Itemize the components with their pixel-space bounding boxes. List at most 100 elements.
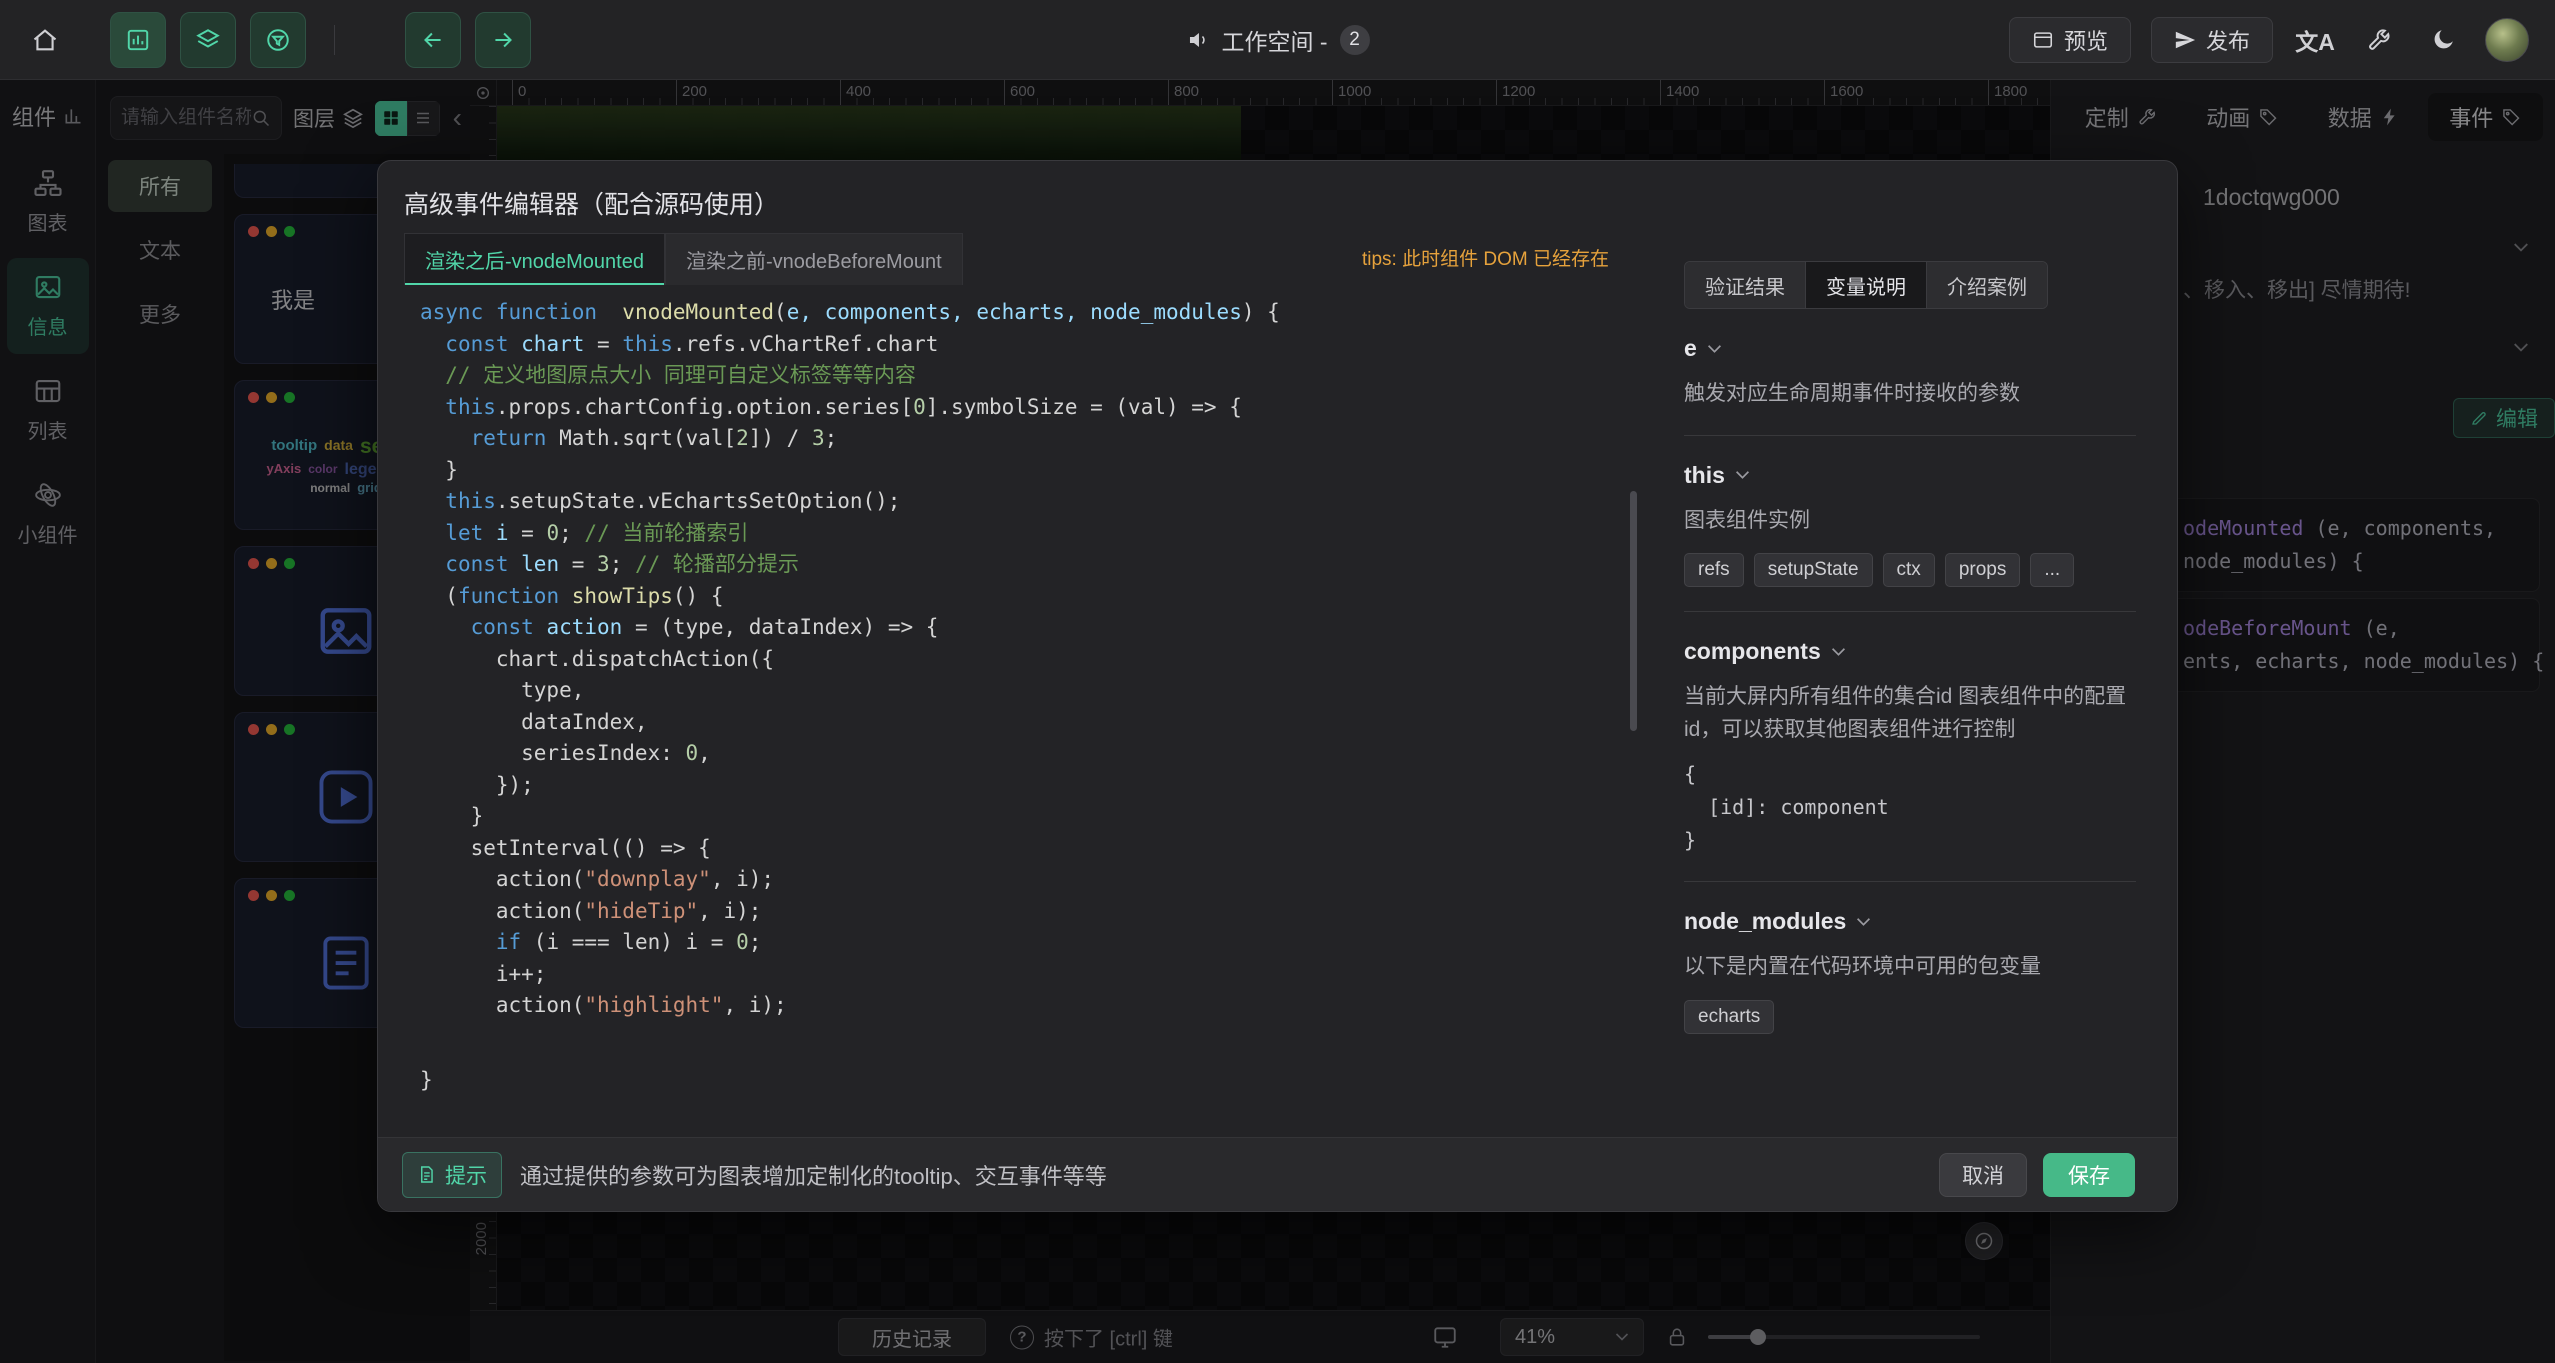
save-button[interactable]: 保存 [2043,1153,2135,1197]
top-bar-right: 预览 发布 文A [2009,17,2529,63]
code-line: chart.dispatchAction({ [420,644,1646,676]
charts-tool-button[interactable] [110,12,166,68]
code-line: type, [420,675,1646,707]
arrow-left-icon [420,27,446,53]
section-name[interactable]: this [1684,462,2136,489]
doc-tab-variables[interactable]: 变量说明 [1806,262,1927,308]
variable-sections: e 触发对应生命周期事件时接收的参数 this 图表组件实例 refs setupStat… [1684,309,2136,1058]
history-buttons [405,12,531,68]
code-tab-vnode-mounted[interactable]: 渲染之后-vnodeMounted [404,233,665,285]
workspace-title: 工作空间 - 2 [1185,23,1369,57]
code-editor[interactable]: async function vnodeMounted(e, component… [404,297,1646,1035]
window-icon [2032,29,2054,51]
doc-tab-examples[interactable]: 介绍案例 [1927,262,2047,308]
code-line: return Math.sqrt(val[2]) / 3; [420,423,1646,455]
document-icon [417,1165,436,1184]
code-tab-vnode-before-mount[interactable]: 渲染之前-vnodeBeforeMount [665,233,963,285]
code-line: (function showTips() { [420,581,1646,613]
variable-section-node_modules: node_modules 以下是内置在代码环境中可用的包变量 echarts [1684,882,2136,1058]
section-name[interactable]: components [1684,638,2136,665]
section-name[interactable]: e [1684,335,2136,362]
toolbar-divider [334,25,335,55]
redo-button[interactable] [475,12,531,68]
theme-toggle-button[interactable] [2421,18,2465,62]
code-line: action("highlight", i); [420,990,1646,1022]
bar-chart-icon [125,27,151,53]
section-desc: 图表组件实例 [1684,505,2136,538]
translate-icon: 文A [2295,23,2335,57]
variable-section-e: e 触发对应生命周期事件时接收的参数 [1684,309,2136,436]
chevron-down-icon [1707,344,1722,354]
filter-icon [265,27,291,53]
chevron-down-icon [1831,647,1846,657]
workspace-label: 工作空间 - [1221,23,1327,57]
chevron-down-icon [1735,470,1750,480]
section-name-text: this [1684,462,1725,489]
language-toggle-button[interactable]: 文A [2293,18,2337,62]
doc-tab-validation[interactable]: 验证结果 [1685,262,1806,308]
home-button[interactable] [22,17,68,63]
code-tabs: 渲染之后-vnodeMounted渲染之前-vnodeBeforeMount [404,233,963,285]
modal-title: 高级事件编辑器（配合源码使用） [404,185,779,221]
arrow-right-icon [490,27,516,53]
code-header: 渲染之后-vnodeMounted渲染之前-vnodeBeforeMount t… [404,233,1609,285]
variable-tag: ... [2030,553,2074,587]
toolbar-left [110,12,306,68]
workspace-count-badge: 2 [1340,25,1370,55]
code-scrollbar[interactable] [1630,491,1637,731]
section-name-text: components [1684,638,1821,665]
section-tags: refs setupState ctx props... [1684,553,2136,587]
code-line: const chart = this.refs.vChartRef.chart [420,329,1646,361]
modal-footer: 提示 通过提供的参数可为图表增加定制化的tooltip、交互事件等等 取消 保存 [378,1137,2177,1211]
cancel-button[interactable]: 取消 [1939,1153,2027,1197]
code-line: setInterval(() => { [420,833,1646,865]
code-line: if (i === len) i = 0; [420,927,1646,959]
top-bar: 工作空间 - 2 预览 发布 文A [0,0,2555,80]
code-line: } [420,455,1646,487]
section-desc: 当前大屏内所有组件的集合id 图表组件中的配置id，可以获取其他图表组件进行控制 [1684,681,2136,746]
section-name[interactable]: node_modules [1684,908,2136,935]
section-tags: echarts [1684,1000,2136,1034]
variable-tag: props [1945,553,2021,587]
section-desc: 以下是内置在代码环境中可用的包变量 [1684,951,2136,984]
code-line: i++; [420,959,1646,991]
code-line: let i = 0; // 当前轮播索引 [420,518,1646,550]
variable-tag: refs [1684,553,1744,587]
variable-section-components: components 当前大屏内所有组件的集合id 图表组件中的配置id，可以获取… [1684,612,2136,882]
speaker-icon [1185,28,1209,52]
tip-badge: 提示 [402,1152,502,1198]
variable-docs: 验证结果变量说明介绍案例 e 触发对应生命周期事件时接收的参数 this 图表组件实例… [1684,161,2136,1137]
code-line: dataIndex, [420,707,1646,739]
variable-tag: ctx [1883,553,1935,587]
preview-button[interactable]: 预览 [2009,17,2131,63]
chevron-down-icon [1856,917,1871,927]
code-line: async function vnodeMounted(e, component… [420,297,1646,329]
app-root: 工作空间 - 2 预览 发布 文A 组件 图表信息列表小组件 [0,0,2555,1363]
code-line: }); [420,770,1646,802]
code-line: this.props.chartConfig.option.series[0].… [420,392,1646,424]
code-line: action("hideTip", i); [420,896,1646,928]
code-line: const len = 3; // 轮播部分提示 [420,549,1646,581]
code-line: this.setupState.vEchartsSetOption(); [420,486,1646,518]
code-line: const action = (type, dataIndex) => { [420,612,1646,644]
section-desc: 触发对应生命周期事件时接收的参数 [1684,378,2136,411]
footer-tip-text: 通过提供的参数可为图表增加定制化的tooltip、交互事件等等 [520,1159,1107,1191]
section-name-text: node_modules [1684,908,1846,935]
layers-icon [195,27,221,53]
filter-tool-button[interactable] [250,12,306,68]
undo-button[interactable] [405,12,461,68]
code-closing-brace: } [420,1065,433,1097]
avatar[interactable] [2485,18,2529,62]
layers-tool-button[interactable] [180,12,236,68]
doc-tabs: 验证结果变量说明介绍案例 [1684,261,2048,309]
publish-button[interactable]: 发布 [2151,17,2273,63]
variable-tag: echarts [1684,1000,1774,1034]
variable-tag: setupState [1754,553,1873,587]
section-code: { [id]: component } [1684,758,2136,857]
send-icon [2174,29,2196,51]
moon-icon [2430,27,2456,53]
tools-button[interactable] [2357,18,2401,62]
home-icon [31,26,59,54]
code-editor-lines: async function vnodeMounted(e, component… [420,297,1646,1022]
event-editor-modal: 高级事件编辑器（配合源码使用） 渲染之后-vnodeMounted渲染之前-vn… [377,160,2178,1212]
